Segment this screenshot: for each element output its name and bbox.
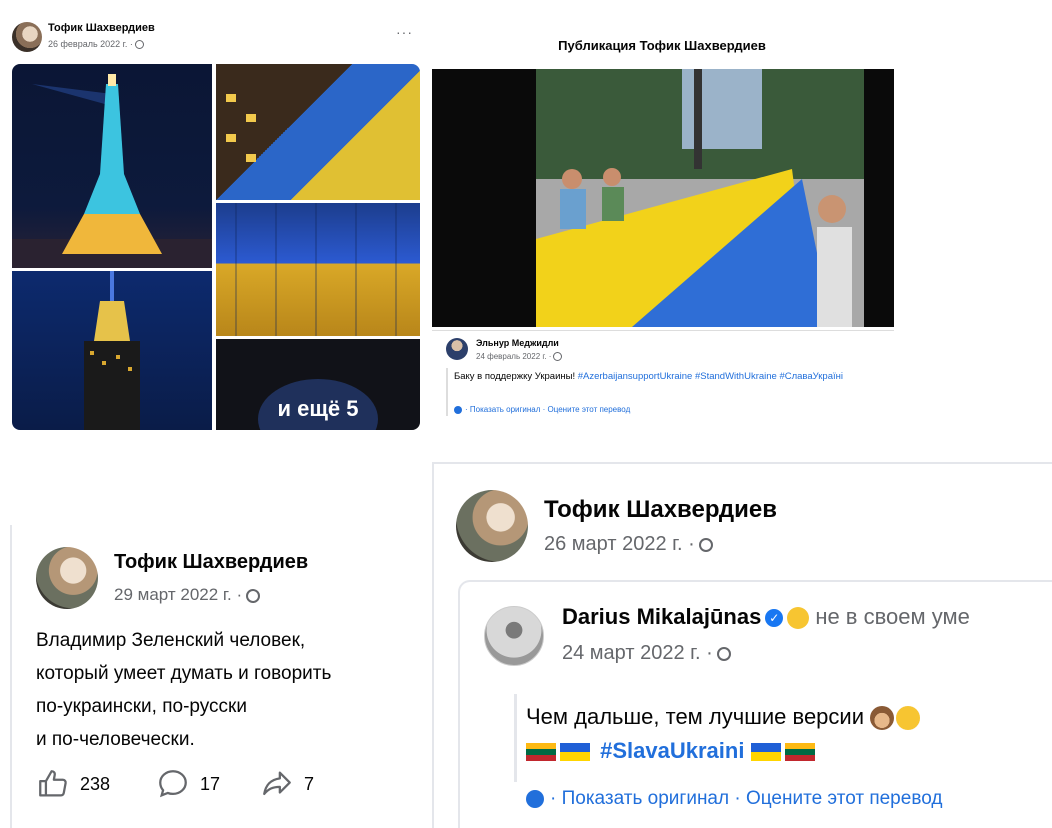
avatar[interactable] [446,338,468,360]
avatar[interactable] [456,490,528,562]
post-date[interactable]: 26 март 2022 г. · [544,533,713,556]
post-date[interactable]: 29 март 2022 г. · [114,585,261,605]
more-photos-count: и ещё 5 [277,396,359,421]
share-button[interactable]: 7 [260,766,314,802]
photo-eu-building[interactable] [216,203,420,336]
post-panel-flag-photo: Публикация Тофик Шахвердиев Эльнур Меджи… [428,0,896,430]
avatar[interactable] [484,606,544,666]
comment-button[interactable]: 17 [156,766,220,802]
avatar[interactable] [12,22,42,52]
post-author[interactable]: Эльнур Меджидли [476,338,559,348]
photo-empire-state-building[interactable] [12,271,212,430]
laughing-emoji-icon [896,706,921,731]
avatar[interactable] [36,547,98,609]
post-date[interactable]: 24 февраль 2022 г. · [476,352,563,362]
like-count: 238 [80,773,111,794]
translate-icon [454,405,462,414]
shared-post-card[interactable]: Darius Mikalajūnas ✓ не в своем уме 24 мар… [458,580,1052,828]
photo-gallery: и ещё 5 [12,64,420,430]
hashtags[interactable]: #AzerbaijansupportUkraine #StandWithUkra… [578,371,843,382]
post-author[interactable]: Тофик Шахвердиев [48,22,155,34]
publication-header: Публикация Тофик Шахвердиев [558,38,766,53]
globe-icon [553,352,563,362]
reaction-bar: 238 17 7 [36,766,366,802]
share-count: 7 [304,773,315,794]
lithuania-flag-icon [526,743,556,762]
share-icon [263,771,291,796]
ukraine-flag-icon [560,743,590,762]
post-author[interactable]: Тофик Шахвердиев [114,551,308,574]
globe-icon [246,588,261,603]
photo-building-blue-yellow[interactable] [216,64,420,200]
monkey-emoji-icon [870,706,895,731]
translate-icon [526,789,544,808]
post-panel-photos: Тофик Шахвердиев 26 февраль 2022 г. · ··… [0,0,425,430]
comment-icon [159,770,187,798]
translation-links[interactable]: · Показать оригинал · Оцените этот перев… [526,788,942,810]
globe-icon [698,537,713,552]
globe-icon [716,646,731,661]
shared-post-date[interactable]: 24 март 2022 г. · [562,642,731,665]
crazy-face-emoji-icon [787,607,810,630]
verified-badge-icon: ✓ [765,609,784,628]
ukraine-flag-icon [750,743,781,762]
comment-count: 17 [200,773,221,794]
photo-eiffel-tower[interactable] [12,64,212,268]
translation-links[interactable]: · Показать оригинал · Оцените этот перев… [454,405,630,414]
more-options-icon[interactable]: ··· [396,24,413,40]
shared-post-header: Darius Mikalajūnas ✓ не в своем уме [562,604,970,630]
lithuania-flag-icon [784,743,815,762]
like-button[interactable]: 238 [36,766,110,802]
photo-more-overlay[interactable]: и ещё 5 [216,339,420,430]
post-text: Баку в поддержку Украины! #Azerbaijansup… [454,371,843,382]
post-author[interactable]: Тофик Шахвердиев [544,496,777,524]
shared-post-text: Чем дальше, тем лучшие версии #SlavaUkra… [526,700,922,768]
post-panel-text: Тофик Шахвердиев 29 март 2022 г. · Влади… [0,525,425,828]
globe-icon [134,40,144,50]
like-icon [39,770,67,797]
hashtag-link[interactable]: #SlavaUkraini [600,738,744,763]
post-panel-shared: Тофик Шахвердиев 26 март 2022 г. · Dariu… [432,462,1052,828]
shared-author[interactable]: Darius Mikalajūnas [562,604,761,629]
photo-ukraine-flag-baku[interactable] [432,69,894,327]
post-text: Владимир Зеленский человек, который умее… [36,630,332,750]
feeling-text: не в своем уме [815,604,970,629]
post-date[interactable]: 26 февраль 2022 г. · [48,39,144,50]
